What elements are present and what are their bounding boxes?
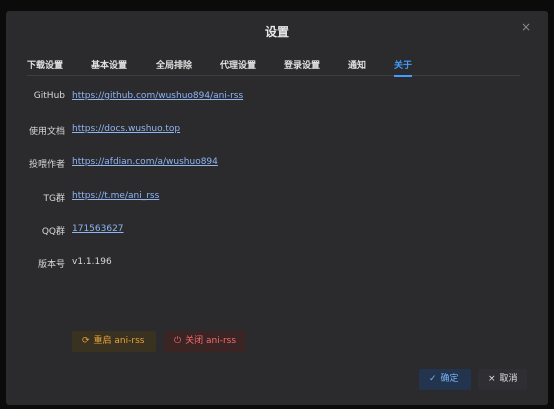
close-icon[interactable]: × (519, 20, 533, 34)
about-row-telegram: TG群 https://t.me/ani_rss (6, 191, 548, 205)
confirm-label: 确定 (440, 374, 459, 384)
shutdown-button[interactable]: ⏻ 关闭 ani-rss (164, 331, 246, 352)
refresh-icon: ⟳ (82, 336, 90, 346)
github-link[interactable]: https://github.com/wushuo894/ani-rss (72, 91, 243, 101)
tab-notifications[interactable]: 通知 (348, 58, 366, 76)
cancel-label: 取消 (499, 374, 518, 384)
qq-link[interactable]: 171563627 (72, 224, 124, 234)
dialog-title: 设置 (264, 25, 289, 39)
power-icon: ⏻ (174, 336, 182, 346)
restart-label: 重启 ani-rss (93, 336, 145, 346)
tab-proxy-settings[interactable]: 代理设置 (220, 58, 256, 76)
about-row-docs: 使用文档 https://docs.wushuo.top (6, 124, 548, 138)
about-row-sponsor: 投喂作者 https://afdian.com/a/wushuo894 (6, 157, 548, 171)
docs-link[interactable]: https://docs.wushuo.top (72, 124, 180, 134)
tab-login-settings[interactable]: 登录设置 (284, 58, 320, 76)
sponsor-label: 投喂作者 (28, 160, 65, 170)
tab-about[interactable]: 关于 (394, 58, 413, 77)
docs-label: 使用文档 (28, 127, 65, 137)
tab-basic-settings[interactable]: 基本设置 (91, 58, 127, 76)
github-label: GitHub (33, 91, 65, 101)
about-row-version: 版本号 v1.1.196 (6, 257, 548, 271)
qq-label: QQ群 (41, 227, 65, 237)
restart-button[interactable]: ⟳ 重启 ani-rss (72, 331, 156, 352)
shutdown-label: 关闭 ani-rss (185, 336, 237, 346)
tab-global-exclude[interactable]: 全局排除 (156, 58, 192, 76)
confirm-button[interactable]: ✓ 确定 (419, 369, 471, 390)
settings-dialog: 设置 × 下载设置 基本设置 全局排除 代理设置 登录设置 通知 关于 GitH… (6, 11, 548, 405)
check-icon: ✓ (429, 374, 437, 384)
version-value: v1.1.196 (72, 257, 112, 267)
sponsor-link[interactable]: https://afdian.com/a/wushuo894 (72, 157, 218, 167)
telegram-label: TG群 (43, 194, 65, 204)
version-label: 版本号 (37, 260, 65, 270)
close-icon: × (488, 374, 496, 384)
about-row-github: GitHub https://github.com/wushuo894/ani-… (6, 91, 548, 105)
tab-bar: 下载设置 基本设置 全局排除 代理设置 登录设置 通知 关于 (27, 58, 520, 77)
telegram-link[interactable]: https://t.me/ani_rss (72, 191, 159, 201)
cancel-button[interactable]: × 取消 (478, 369, 527, 390)
about-row-qq: QQ群 171563627 (6, 224, 548, 238)
tab-download-settings[interactable]: 下载设置 (27, 58, 63, 76)
